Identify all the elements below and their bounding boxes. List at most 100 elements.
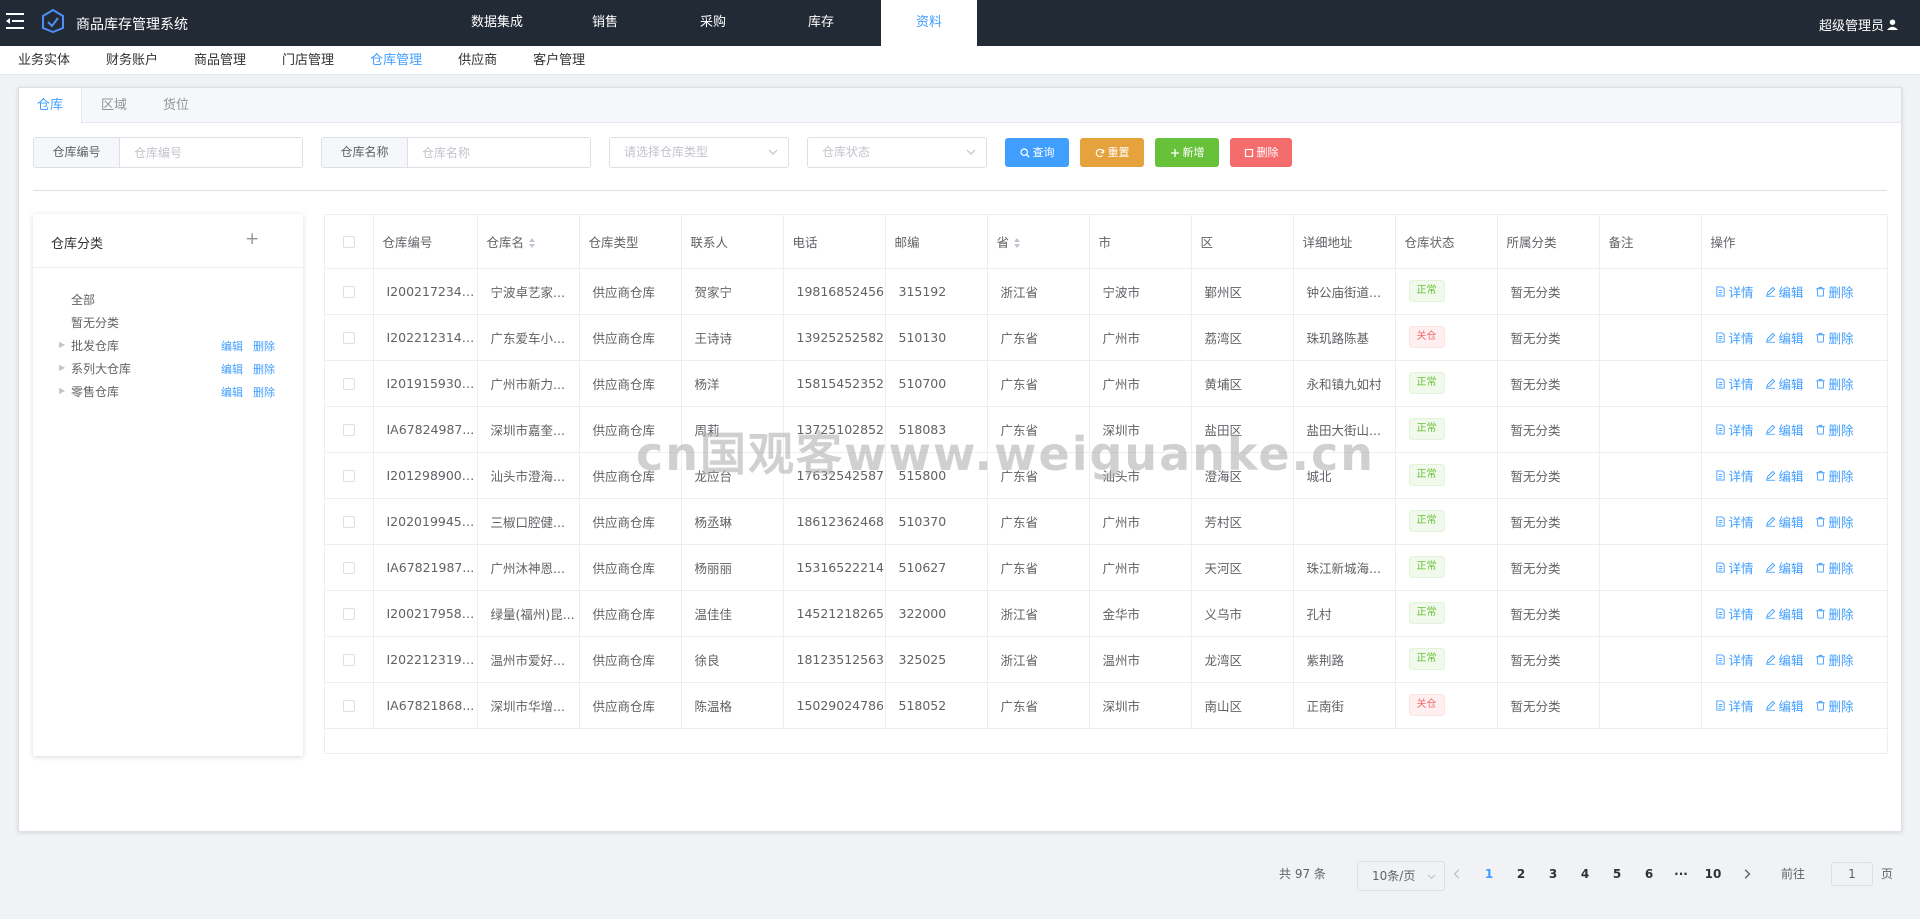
page-ellipsis[interactable]: ··· [1667,860,1695,888]
subnav-customer[interactable]: 客户管理 [533,46,585,74]
select-all-checkbox[interactable] [342,236,355,249]
warehouse-name-input[interactable] [408,138,590,167]
add-category-icon[interactable]: + [245,229,259,249]
row-checkbox[interactable] [342,608,355,620]
topnav-data-integration[interactable]: 数据集成 [443,0,551,46]
page-6[interactable]: 6 [1635,860,1663,888]
subnav-supplier[interactable]: 供应商 [458,46,497,74]
page-1[interactable]: 1 [1475,860,1503,888]
tree-edit-link[interactable]: 编辑 [221,338,243,354]
tab-location[interactable]: 货位 [157,88,195,123]
row-checkbox[interactable] [342,378,355,390]
edit-link[interactable]: 编辑 [1765,696,1804,715]
delete-link[interactable]: 删除 [1815,696,1854,715]
topnav-master-data[interactable]: 资料 [881,0,977,46]
sort-icon[interactable] [1013,237,1021,249]
tab-warehouse[interactable]: 仓库 [19,88,82,124]
row-checkbox[interactable] [342,286,355,298]
delete-button[interactable]: 删除 [1230,138,1292,167]
edit-link[interactable]: 编辑 [1765,650,1804,669]
table-row[interactable]: I20201994584 三椒口腔健... 供应商仓库 杨丞琳 18612362468 5… [325,498,1887,545]
table-row[interactable]: I20191593009 广州市新力... 供应商仓库 杨洋 15815452352 51… [325,360,1887,407]
detail-link[interactable]: 详情 [1715,374,1754,393]
page-10[interactable]: 10 [1699,860,1727,888]
reset-button[interactable]: 重置 [1080,138,1144,167]
row-checkbox[interactable] [342,332,355,344]
delete-link[interactable]: 删除 [1815,512,1854,531]
edit-link[interactable]: 编辑 [1765,420,1804,439]
warehouse-code-input[interactable] [120,138,302,167]
subnav-finance-account[interactable]: 财务账户 [106,46,158,74]
next-page-icon[interactable] [1741,868,1753,880]
delete-link[interactable]: 删除 [1815,466,1854,485]
warehouse-type-select[interactable]: 请选择仓库类型 [609,137,789,168]
table-row[interactable]: I20021795845 绿量(福州)昆... 供应商仓库 温佳佳 1452121826… [325,590,1887,637]
tree-edit-link[interactable]: 编辑 [221,361,243,377]
table-row[interactable]: IA67821868... 深圳市华增... 供应商仓库 陈温格 15029024786… [325,682,1887,729]
table-row[interactable]: IA67821987... 广州沐神恩... 供应商仓库 杨丽丽 15316522214… [325,544,1887,591]
row-checkbox[interactable] [342,562,355,574]
prev-page-icon[interactable] [1451,868,1463,880]
page-3[interactable]: 3 [1539,860,1567,888]
menu-fold-icon[interactable] [6,11,26,31]
page-2[interactable]: 2 [1507,860,1535,888]
detail-link[interactable]: 详情 [1715,696,1754,715]
delete-link[interactable]: 删除 [1815,282,1854,301]
caret-right-icon[interactable]: ▶ [59,363,65,372]
table-row[interactable]: I20021723454 宁波卓艺家... 供应商仓库 贺家宁 19816852456 3… [325,268,1887,315]
warehouse-status-select[interactable]: 仓库状态 [807,137,987,168]
detail-link[interactable]: 详情 [1715,282,1754,301]
caret-right-icon[interactable]: ▶ [59,386,65,395]
caret-right-icon[interactable]: ▶ [59,340,65,349]
col-header-name[interactable]: 仓库名 [477,215,580,269]
row-checkbox[interactable] [342,516,355,528]
subnav-business-entity[interactable]: 业务实体 [18,46,70,74]
detail-link[interactable]: 详情 [1715,604,1754,623]
subnav-product[interactable]: 商品管理 [194,46,246,74]
edit-link[interactable]: 编辑 [1765,374,1804,393]
row-checkbox[interactable] [342,700,355,712]
jump-page-input[interactable]: 1 [1831,862,1873,886]
topnav-sales[interactable]: 销售 [551,0,659,46]
edit-link[interactable]: 编辑 [1765,512,1804,531]
tree-node-wholesale[interactable]: ▶ 批发仓库 编辑 删除 [33,334,303,356]
table-row[interactable]: I20221231958 温州市爱好... 供应商仓库 徐良 18123512563 32… [325,636,1887,683]
detail-link[interactable]: 详情 [1715,558,1754,577]
subnav-warehouse[interactable]: 仓库管理 [370,46,422,74]
topnav-purchase[interactable]: 采购 [659,0,767,46]
tree-delete-link[interactable]: 删除 [253,384,275,400]
row-checkbox[interactable] [342,424,355,436]
delete-link[interactable]: 删除 [1815,650,1854,669]
subnav-store[interactable]: 门店管理 [282,46,334,74]
page-5[interactable]: 5 [1603,860,1631,888]
edit-link[interactable]: 编辑 [1765,558,1804,577]
topnav-inventory[interactable]: 库存 [767,0,875,46]
tree-node-uncategorized[interactable]: 暂无分类 [33,311,303,333]
delete-link[interactable]: 删除 [1815,420,1854,439]
delete-link[interactable]: 删除 [1815,328,1854,347]
page-4[interactable]: 4 [1571,860,1599,888]
tab-area[interactable]: 区域 [95,88,133,123]
tree-delete-link[interactable]: 删除 [253,338,275,354]
delete-link[interactable]: 删除 [1815,604,1854,623]
delete-link[interactable]: 删除 [1815,374,1854,393]
tree-delete-link[interactable]: 删除 [253,361,275,377]
col-header-province[interactable]: 省 [987,215,1090,269]
detail-link[interactable]: 详情 [1715,650,1754,669]
tree-edit-link[interactable]: 编辑 [221,384,243,400]
row-checkbox[interactable] [342,654,355,666]
sort-icon[interactable] [528,237,536,249]
table-row[interactable]: I20221231434 广东爱车小... 供应商仓库 王诗诗 13925252582 5… [325,314,1887,361]
delete-link[interactable]: 删除 [1815,558,1854,577]
edit-link[interactable]: 编辑 [1765,328,1804,347]
detail-link[interactable]: 详情 [1715,512,1754,531]
query-button[interactable]: 查询 [1005,138,1069,167]
tree-node-all[interactable]: 全部 [33,288,303,310]
detail-link[interactable]: 详情 [1715,328,1754,347]
page-size-select[interactable]: 10条/页 [1357,861,1445,891]
tree-node-series[interactable]: ▶ 系列大仓库 编辑 删除 [33,357,303,379]
edit-link[interactable]: 编辑 [1765,282,1804,301]
edit-link[interactable]: 编辑 [1765,466,1804,485]
tree-node-retail[interactable]: ▶ 零售仓库 编辑 删除 [33,380,303,402]
user-menu[interactable]: 超级管理员 [1819,15,1898,34]
